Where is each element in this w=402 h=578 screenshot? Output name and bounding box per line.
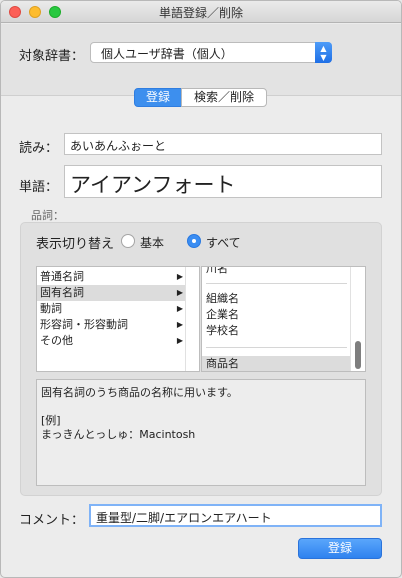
display-toggle-label: 表示切り替え: [36, 237, 115, 252]
triangle-right-icon: ▶: [176, 320, 183, 329]
column-divider: [185, 267, 186, 371]
radio-basic-label: 基本: [140, 236, 165, 250]
word-registration-window: 単語登録／削除 対象辞書： 個人ユーザ辞書（個人） ▲ ▼ 登録 検索／削除 読み…: [0, 0, 402, 578]
word-value: アイアンフォート: [70, 173, 236, 197]
dictionary-label: 対象辞書：: [19, 49, 85, 64]
subcategory-item[interactable]: 企業名: [202, 307, 350, 323]
subcategory-item[interactable]: 商品名: [202, 356, 350, 371]
list-separator: [206, 283, 347, 284]
category-item[interactable]: 固有名詞 ▶: [37, 285, 185, 301]
subcategory-item[interactable]: 学校名: [202, 323, 350, 339]
description-line: まっきんとっしゅ：Macintosh: [41, 428, 196, 441]
triangle-right-icon: ▶: [176, 272, 183, 281]
word-label: 単語：: [19, 180, 59, 195]
subcategory-item[interactable]: 組織名: [202, 291, 350, 307]
reading-label: 読み：: [19, 141, 59, 156]
comment-label: コメント：: [19, 513, 85, 528]
description-line: 固有名詞のうち商品の名称に用います。: [41, 386, 238, 399]
category-item[interactable]: 動詞 ▶: [37, 301, 185, 317]
scrollbar-thumb[interactable]: [355, 341, 361, 369]
tab-register[interactable]: 登録: [134, 88, 182, 107]
triangle-right-icon: ▶: [176, 336, 183, 345]
part-of-speech-label: 品詞：: [31, 209, 64, 222]
title-bar: 単語登録／削除: [1, 1, 401, 23]
register-button[interactable]: 登録: [298, 538, 382, 559]
list-separator: [206, 347, 347, 348]
category-item[interactable]: 形容詞・形容動詞 ▶: [37, 317, 185, 333]
tab-search-delete[interactable]: 検索／削除: [181, 88, 267, 107]
chevron-up-down-icon: ▲ ▼: [315, 42, 332, 63]
word-field[interactable]: アイアンフォート: [64, 165, 382, 198]
triangle-right-icon: ▶: [176, 304, 183, 313]
radio-basic[interactable]: [121, 234, 135, 248]
subcategory-item[interactable]: 川名: [202, 267, 350, 277]
dictionary-select[interactable]: 個人ユーザ辞書（個人） ▲ ▼: [90, 42, 332, 63]
dictionary-area: 対象辞書： 個人ユーザ辞書（個人） ▲ ▼: [1, 24, 401, 96]
comment-field[interactable]: 重量型/二脚/エアロンエアハート: [89, 504, 382, 527]
triangle-right-icon: ▶: [176, 288, 183, 297]
column-divider: [350, 267, 351, 371]
pos-description: 固有名詞のうち商品の名称に用います。 [例] まっきんとっしゅ：Macintos…: [36, 379, 366, 486]
category-item[interactable]: 普通名詞 ▶: [37, 269, 185, 285]
radio-all[interactable]: [187, 234, 201, 248]
dictionary-select-value: 個人ユーザ辞書（個人）: [101, 47, 233, 61]
subcategory-list[interactable]: 川名 組織名 企業名 学校名 商品名: [201, 266, 366, 372]
radio-all-label: すべて: [206, 236, 241, 250]
reading-field[interactable]: あいあんふぉーと: [64, 133, 382, 155]
category-list[interactable]: 普通名詞 ▶ 固有名詞 ▶ 動詞 ▶ 形容詞・形容動詞 ▶ その他 ▶: [36, 266, 200, 372]
comment-value: 重量型/二脚/エアロンエアハート: [96, 511, 272, 525]
category-item[interactable]: その他 ▶: [37, 333, 185, 349]
reading-value: あいあんふぉーと: [70, 139, 167, 153]
window-title: 単語登録／削除: [158, 6, 243, 20]
